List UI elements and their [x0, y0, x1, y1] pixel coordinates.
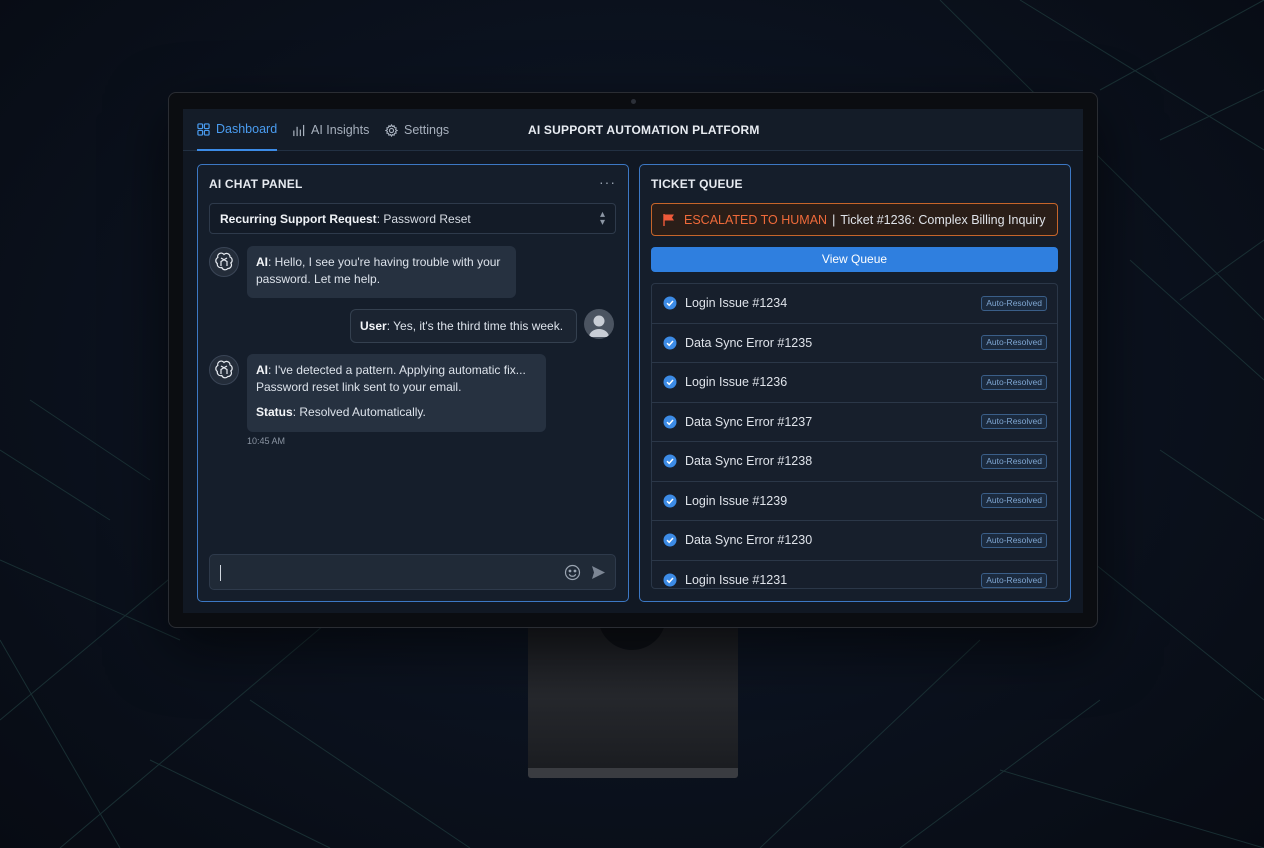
speaker-label: AI — [256, 363, 268, 377]
more-options-icon[interactable]: ··· — [599, 174, 616, 190]
status-badge: Auto-Resolved — [981, 335, 1047, 351]
escalation-separator: | — [832, 212, 836, 227]
ticket-row[interactable]: Login Issue #1239 Auto-Resolved — [652, 482, 1057, 521]
panel-title: TICKET QUEUE — [651, 177, 743, 191]
monitor-frame: Dashboard AI Insights Settings AI SUPPOR… — [168, 92, 1098, 628]
message-text-line2: Password reset link sent to your email. — [256, 380, 462, 394]
ticket-row[interactable]: Login Issue #1234 Auto-Resolved — [652, 284, 1057, 324]
escalation-label: ESCALATED TO HUMAN — [684, 212, 828, 227]
status-badge: Auto-Resolved — [981, 374, 1047, 390]
ticket-row[interactable]: Data Sync Error #1237 Auto-Resolved — [652, 403, 1057, 442]
ticket-name: Data Sync Error #1235 — [685, 335, 813, 350]
request-value: : Password Reset — [376, 211, 471, 226]
ticket-name: Data Sync Error #1237 — [685, 414, 813, 429]
chevron-up-down-icon: ▴ ▾ — [599, 209, 605, 228]
tab-label: Dashboard — [216, 122, 278, 136]
ticket-list: Login Issue #1234 Auto-Resolved Data Syn… — [651, 283, 1058, 589]
request-type-select[interactable]: Recurring Support Request : Password Res… — [209, 203, 616, 234]
status-badge: Auto-Resolved — [981, 572, 1047, 588]
ticket-name: Login Issue #1234 — [685, 296, 788, 311]
speaker-label: User — [360, 319, 387, 333]
ticket-row[interactable]: Login Issue #1231 Auto-Resolved — [652, 561, 1057, 589]
request-label: Recurring Support Request — [220, 211, 377, 226]
ai-logo-icon — [215, 252, 233, 271]
ticket-name: Data Sync Error #1230 — [685, 533, 813, 548]
check-circle-icon — [663, 573, 677, 587]
status-badge: Auto-Resolved — [981, 532, 1047, 548]
status-badge: Auto-Resolved — [981, 453, 1047, 469]
check-circle-icon — [663, 375, 677, 389]
message-text: : Hello, I see you're having trouble wit… — [268, 255, 501, 269]
dashboard-icon — [197, 122, 210, 136]
screen: Dashboard AI Insights Settings AI SUPPOR… — [183, 109, 1083, 613]
check-circle-icon — [663, 336, 677, 350]
status-badge: Auto-Resolved — [981, 414, 1047, 430]
chat-input[interactable] — [209, 554, 616, 590]
check-circle-icon — [663, 454, 677, 468]
check-circle-icon — [663, 296, 677, 310]
ticket-row[interactable]: Data Sync Error #1238 Auto-Resolved — [652, 442, 1057, 482]
ai-avatar — [209, 247, 239, 277]
check-circle-icon — [663, 415, 677, 429]
status-badge: Auto-Resolved — [981, 295, 1047, 311]
ai-message-bubble: AI: Hello, I see you're having trouble w… — [247, 246, 516, 298]
user-message-bubble: User: Yes, it's the third time this week… — [350, 309, 577, 343]
message-text: : Yes, it's the third time this week. — [386, 319, 564, 333]
gear-icon — [385, 123, 398, 137]
ticket-row[interactable]: Login Issue #1236 Auto-Resolved — [652, 363, 1057, 403]
escalation-ticket: Ticket #1236: Complex Billing Inquiry — [840, 212, 1046, 227]
emoji-icon[interactable] — [564, 564, 581, 581]
message-timestamp: 10:45 AM — [247, 436, 286, 446]
user-icon — [589, 315, 609, 337]
check-circle-icon — [663, 494, 677, 508]
escalation-banner[interactable]: ESCALATED TO HUMAN | Ticket #1236: Compl… — [651, 203, 1058, 236]
ai-logo-icon — [215, 360, 233, 379]
view-queue-button[interactable]: View Queue — [651, 247, 1058, 272]
ticket-name: Data Sync Error #1238 — [685, 454, 813, 469]
panel-title: AI CHAT PANEL — [209, 177, 303, 191]
status-label: Status — [256, 405, 293, 419]
user-avatar — [584, 309, 614, 339]
tab-dashboard[interactable]: Dashboard — [197, 109, 278, 151]
tab-label: Settings — [404, 123, 450, 137]
tab-label: AI Insights — [311, 123, 370, 137]
text-caret — [220, 565, 221, 581]
monitor-stand-base — [528, 768, 738, 778]
ai-message-bubble: AI: I've detected a pattern. Applying au… — [247, 354, 546, 432]
status-value: : Resolved Automatically. — [292, 405, 426, 419]
bar-chart-icon — [293, 124, 305, 136]
check-circle-icon — [663, 533, 677, 547]
ticket-row[interactable]: Data Sync Error #1230 Auto-Resolved — [652, 521, 1057, 561]
ticket-name: Login Issue #1231 — [685, 573, 788, 588]
tab-ai-insights[interactable]: AI Insights — [292, 109, 369, 151]
top-nav-bar: Dashboard AI Insights Settings AI SUPPOR… — [183, 109, 1083, 151]
ticket-row[interactable]: Data Sync Error #1235 Auto-Resolved — [652, 324, 1057, 363]
speaker-label: AI — [256, 255, 268, 269]
app-title: AI SUPPORT AUTOMATION PLATFORM — [528, 123, 760, 137]
ai-chat-panel: AI CHAT PANEL ··· Recurring Support Requ… — [197, 164, 629, 602]
status-badge: Auto-Resolved — [981, 493, 1047, 509]
message-text-line2: password. Let me help. — [256, 272, 381, 286]
send-icon[interactable] — [590, 564, 607, 581]
camera-dot — [631, 99, 636, 104]
message-text: : I've detected a pattern. Applying auto… — [268, 363, 526, 377]
ticket-name: Login Issue #1236 — [685, 375, 788, 390]
ticket-name: Login Issue #1239 — [685, 493, 788, 508]
ticket-queue-panel: TICKET QUEUE ESCALATED TO HUMAN | Ticket… — [639, 164, 1071, 602]
flag-icon — [663, 213, 674, 226]
tab-settings[interactable]: Settings — [385, 109, 449, 151]
ai-avatar — [209, 355, 239, 385]
